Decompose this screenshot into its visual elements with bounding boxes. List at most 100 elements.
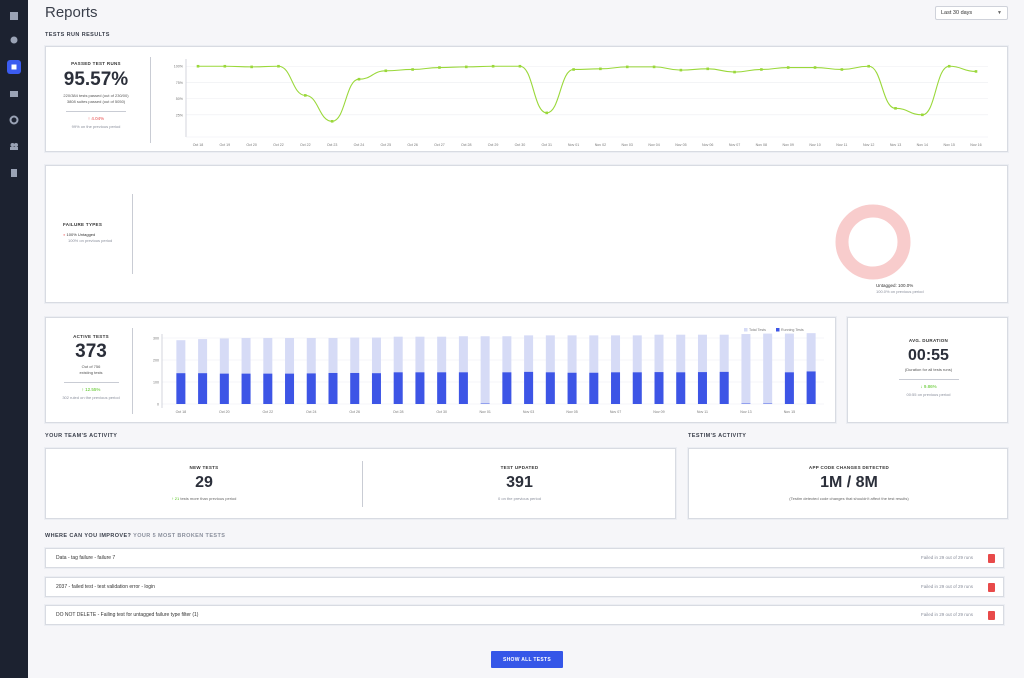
divider: [150, 57, 151, 143]
passed-delta-value: 4.04%: [91, 116, 105, 121]
data-point: [786, 66, 790, 69]
y-tick-label: 100: [153, 381, 159, 385]
x-tick-label: Oct 19: [220, 143, 231, 147]
data-point: [223, 64, 227, 68]
data-point: [304, 94, 307, 97]
improve-section-label: WHERE CAN YOU IMPROVE? YOUR 5 MOST BROKE…: [45, 533, 225, 539]
bar-running: [437, 372, 447, 404]
duration-value: 00:55: [908, 347, 949, 364]
x-tick-label: Oct 24: [354, 143, 365, 147]
x-tick-label: Oct 23: [327, 143, 338, 147]
tests-icon[interactable]: [7, 33, 21, 47]
bar-running: [611, 372, 621, 404]
divider: [66, 111, 126, 112]
passed-line-chart: 100% 75% 50% 25% Oct 18 Oct 19 Oct 20 Oct 22 Oct…: [174, 59, 988, 147]
data-point: [679, 68, 683, 72]
x-tick-label: Nov 05: [566, 410, 577, 414]
reports-icon[interactable]: [7, 60, 21, 74]
runs-icon[interactable]: [7, 87, 21, 101]
sidebar: [0, 0, 28, 678]
bar-total: [763, 333, 773, 404]
bar-running: [285, 373, 295, 404]
bar-running: [263, 373, 273, 404]
bar-running: [654, 372, 664, 404]
avg-duration-panel: AVG. DURATION 00:55 (Duration for all te…: [847, 317, 1008, 423]
legend-dot-icon: ●: [63, 232, 66, 237]
x-tick-label: Nov 03: [622, 143, 633, 147]
x-tick-label: Nov 08: [756, 143, 767, 147]
x-tick-label: Nov 01: [479, 410, 490, 414]
bar-running: [350, 372, 360, 404]
page-title: Reports: [45, 4, 98, 21]
date-range-select[interactable]: Last 30 days ▼: [935, 6, 1008, 20]
data-point: [813, 66, 817, 69]
broken-test-row[interactable]: DO NOT DELETE - Failing test for untagge…: [45, 605, 1004, 625]
bar-running: [524, 371, 534, 404]
pdf-icon[interactable]: [988, 611, 995, 620]
improve-prefix: WHERE CAN YOU IMPROVE?: [45, 533, 132, 539]
data-point: [599, 67, 602, 71]
team-icon[interactable]: [7, 139, 21, 153]
main-content: Reports Last 30 days ▼ TESTS RUN RESULTS…: [28, 0, 1024, 678]
x-tick-label: Nov 11: [697, 410, 708, 414]
data-point: [572, 68, 575, 71]
data-point: [894, 107, 897, 110]
broken-test-runs: Failed in 29 out of 29 runs: [920, 584, 973, 589]
x-tick-label: Nov 13: [890, 143, 901, 147]
dashboard-icon[interactable]: [7, 9, 21, 23]
show-all-tests-button[interactable]: SHOW ALL TESTS: [491, 651, 563, 668]
donut-label: Untagged: 100.0%: [876, 283, 914, 288]
x-tick-label: Oct 29: [488, 143, 499, 147]
code-changes-title: APP CODE CHANGES DETECTED: [808, 465, 890, 470]
data-point: [974, 70, 978, 73]
pdf-icon[interactable]: [988, 583, 995, 592]
bar-running: [176, 373, 186, 404]
x-tick-label: Oct 20: [219, 410, 230, 414]
data-point: [840, 68, 844, 71]
data-point: [706, 67, 710, 71]
docs-icon[interactable]: [7, 166, 21, 180]
bar-total: [741, 334, 751, 404]
x-tick-label: Oct 22: [273, 143, 284, 147]
passed-delta: ↑ 4.04%: [87, 116, 105, 121]
broken-test-row[interactable]: 2037 - failed test - test validation err…: [45, 577, 1004, 597]
bar-running: [371, 373, 381, 404]
x-tick-label: Nov 13: [740, 410, 751, 414]
x-tick-label: Nov 06: [702, 143, 713, 147]
settings-icon[interactable]: [7, 113, 21, 127]
failure-item-label: 100% Untagged: [66, 232, 96, 237]
x-tick-label: Nov 01: [568, 143, 579, 147]
data-point: [518, 64, 522, 68]
y-tick-label: 25%: [176, 113, 184, 117]
chevron-down-icon: ▼: [997, 10, 1002, 16]
active-delta-value: 12.55%: [85, 387, 101, 392]
bar-running: [589, 372, 599, 404]
broken-test-row[interactable]: Data - tag failure - failure 7 Failed in…: [45, 548, 1004, 568]
passed-value: 95.57%: [63, 69, 129, 90]
data-point: [625, 65, 629, 69]
bar-running: [545, 372, 555, 404]
passed-title: PASSED TEST RUNS: [71, 61, 121, 66]
data-point: [733, 70, 736, 74]
team-section-label: YOUR TEAM'S ACTIVITY: [45, 433, 118, 439]
donut-prev: 100.0% on previous period: [876, 289, 924, 294]
updated-tests-prev: 0 on the previous period: [498, 496, 541, 501]
data-point: [947, 64, 951, 68]
x-tick-label: Oct 28: [461, 143, 472, 147]
duration-delta-value: 9.86%: [923, 384, 937, 389]
testim-activity-panel: APP CODE CHANGES DETECTED 1M / 8M (Testi…: [688, 448, 1008, 519]
pdf-icon[interactable]: [988, 554, 995, 563]
duration-prev: 00:55 on previous period: [906, 392, 951, 397]
bar-running: [241, 373, 251, 404]
bar-running: [784, 372, 794, 404]
data-point: [760, 68, 763, 71]
y-tick-label: 200: [153, 359, 159, 363]
x-tick-label: Nov 10: [809, 143, 820, 147]
bar-running: [719, 371, 729, 404]
x-tick-label: Oct 30: [436, 410, 447, 414]
data-point: [357, 77, 361, 81]
failure-types-panel: FAILURE TYPES ● 100% Untagged 100% on pr…: [45, 165, 1008, 303]
divider: [63, 382, 119, 383]
new-tests-value: 29: [195, 474, 213, 491]
broken-test-name: DO NOT DELETE - Failing test for untagge…: [56, 612, 199, 618]
